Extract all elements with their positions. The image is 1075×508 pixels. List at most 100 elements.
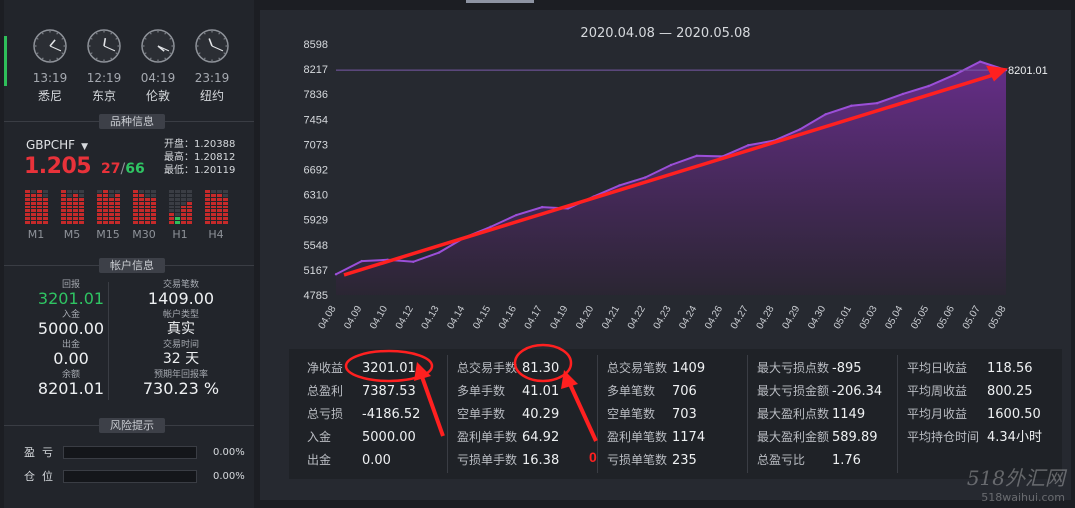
strength-segment xyxy=(114,217,120,221)
strength-column xyxy=(168,189,174,224)
strength-segment xyxy=(72,193,78,197)
stats-row: 总盈利 7387.53 xyxy=(307,380,420,403)
strength-segment xyxy=(24,213,30,217)
strength-segment xyxy=(186,193,192,197)
price-part-a: 27 xyxy=(101,161,121,177)
strength-segment xyxy=(132,217,138,221)
account-value: 730.23 % xyxy=(142,379,220,398)
timeframe-m5[interactable]: M5 xyxy=(60,189,84,241)
data-point xyxy=(515,213,518,217)
tab-indicator[interactable] xyxy=(466,0,534,3)
timeframe-m15[interactable]: M15 xyxy=(96,189,120,241)
stats-value: 706 xyxy=(672,384,697,399)
strength-segment xyxy=(36,201,42,205)
stats-value: 41.01 xyxy=(522,384,560,399)
x-tick-label: 04.10 xyxy=(368,304,390,332)
strength-segment xyxy=(30,193,36,197)
x-tick-label: 04.22 xyxy=(626,304,648,332)
strength-segment xyxy=(144,193,150,197)
strength-segment xyxy=(108,193,114,197)
y-tick-label: 8217 xyxy=(304,64,328,76)
timeframe-h1[interactable]: H1 xyxy=(168,189,192,241)
x-tick-label: 05.01 xyxy=(832,304,854,332)
strength-column xyxy=(204,189,210,224)
clock-tick xyxy=(115,38,118,40)
clock-tick xyxy=(164,57,166,60)
stats-row: 总亏损 -4186.52 xyxy=(307,403,420,426)
clock-tick xyxy=(144,38,147,40)
strength-column xyxy=(138,189,144,224)
strength-segment xyxy=(102,193,108,197)
strength-segment xyxy=(114,201,120,205)
risk-row-pnl: 盈 亏 0.00% xyxy=(24,444,245,460)
strength-segment xyxy=(78,213,84,217)
timeframe-label: M1 xyxy=(27,228,45,241)
strength-segment xyxy=(60,221,66,224)
data-point xyxy=(798,128,802,131)
x-tick-label: 05.07 xyxy=(961,304,983,332)
clock-tick xyxy=(164,32,166,35)
strength-segment xyxy=(114,213,120,217)
stats-value: 0.00 xyxy=(362,453,391,468)
strength-segment xyxy=(138,221,144,224)
symbol-selector[interactable]: GBPCHF ▼ xyxy=(26,138,88,152)
strength-segment xyxy=(168,221,174,224)
strength-segment xyxy=(30,197,36,201)
strength-segment xyxy=(144,189,150,193)
strength-segment xyxy=(168,197,174,201)
data-point xyxy=(669,163,673,167)
strength-segment xyxy=(210,205,216,209)
x-tick-label: 05.05 xyxy=(909,304,931,332)
stats-row: 平均日收益 118.56 xyxy=(907,357,1042,380)
strength-segment xyxy=(174,217,180,221)
timeframe-h4[interactable]: H4 xyxy=(204,189,228,241)
strength-segment xyxy=(150,209,156,213)
stats-key: 平均持仓时间 xyxy=(907,430,980,444)
left-edge-marker xyxy=(4,36,7,86)
strength-column xyxy=(66,189,72,224)
strength-segment xyxy=(132,201,138,205)
strength-column xyxy=(174,189,180,224)
strength-segment xyxy=(222,193,228,197)
strength-segment xyxy=(132,213,138,217)
strength-segment xyxy=(186,189,192,193)
stats-row: 空单手数 40.29 xyxy=(457,403,559,426)
account-key: 交易时间 xyxy=(162,340,199,350)
strength-segment xyxy=(42,209,48,213)
strength-segment xyxy=(186,213,192,217)
data-point xyxy=(695,154,698,157)
strength-segment xyxy=(180,189,186,193)
x-tick-label: 04.23 xyxy=(652,304,674,332)
strength-segment xyxy=(180,213,186,217)
timeframe-m30[interactable]: M30 xyxy=(132,189,156,241)
stats-key: 亏损单手数 xyxy=(457,453,518,467)
clock-tick xyxy=(169,52,172,54)
x-tick-label: 04.12 xyxy=(394,304,416,332)
risk-bar xyxy=(63,469,197,483)
strength-segment xyxy=(168,201,174,205)
strength-segment xyxy=(72,189,78,193)
timeframe-m1[interactable]: M1 xyxy=(24,189,48,241)
clock-tick xyxy=(150,32,152,35)
clock-tick xyxy=(110,32,112,35)
equity-area xyxy=(336,61,1006,295)
strength-segment xyxy=(96,193,102,197)
strength-segment xyxy=(168,193,174,197)
strength-segment xyxy=(42,221,48,224)
stats-column: 平均日收益 118.56 平均周收益 800.25 平均月收益 1600.50 平均持仓时间… xyxy=(907,357,1042,449)
symbol-name: GBPCHF xyxy=(26,138,76,152)
timeframe-label: H4 xyxy=(208,228,224,241)
strength-segment xyxy=(174,189,180,193)
x-tick-label: 04.17 xyxy=(523,304,545,332)
strength-column xyxy=(144,189,150,224)
stats-key: 空单手数 xyxy=(457,407,506,421)
y-tick-label: 4785 xyxy=(304,290,328,302)
account-value: 1409.00 xyxy=(147,289,215,308)
account-type: 帐户类型 真实 xyxy=(136,310,226,338)
y-tick-label: 5167 xyxy=(304,265,328,277)
strength-segment xyxy=(66,209,72,213)
y-tick-label: 7454 xyxy=(304,114,328,126)
strength-segment xyxy=(204,193,210,197)
stats-value: 1600.50 xyxy=(987,407,1041,422)
strength-segment xyxy=(222,197,228,201)
